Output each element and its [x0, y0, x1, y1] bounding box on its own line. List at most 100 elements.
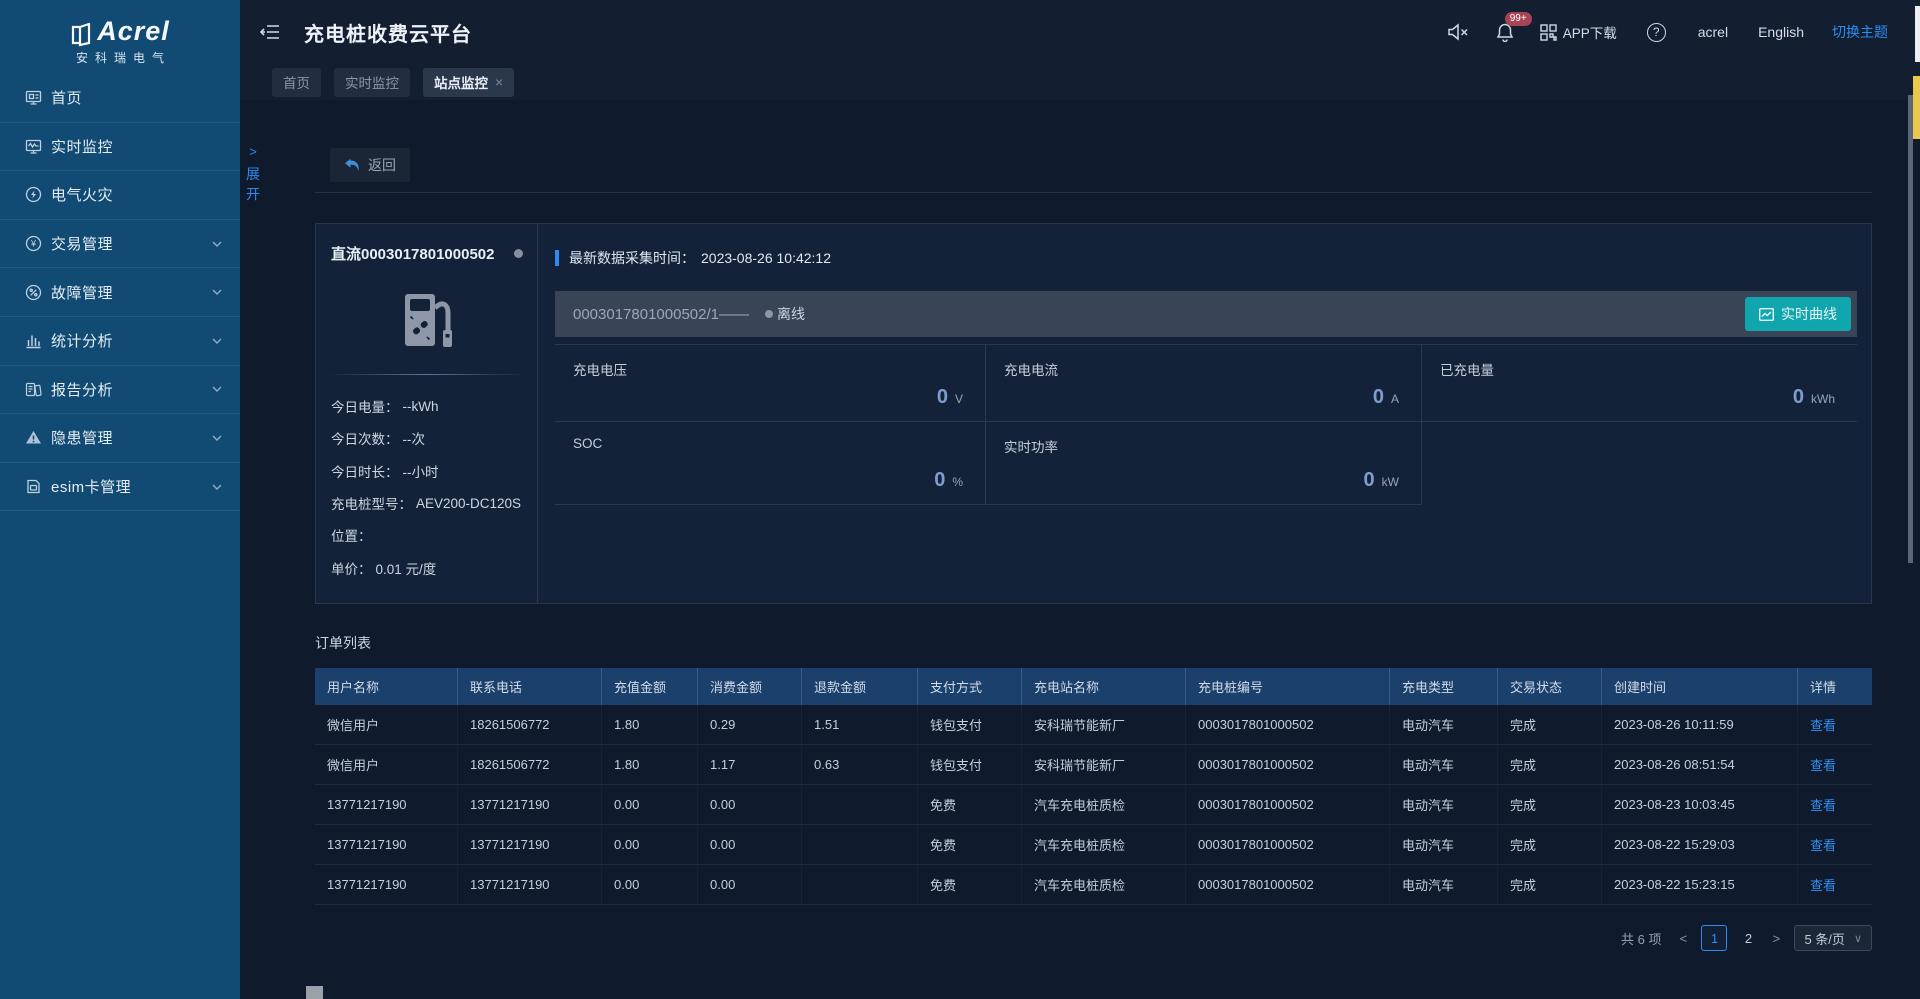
page-number-2[interactable]: 2	[1738, 925, 1758, 951]
column-header: 充电站名称	[1022, 668, 1186, 705]
stat-charge-current: 充电电流 0A	[986, 344, 1422, 422]
cell: 汽车充电桩质检	[1022, 785, 1186, 824]
view-detail-link[interactable]: 查看	[1798, 825, 1872, 864]
sidebar-item-realtime-monitor[interactable]: 实时监控	[0, 123, 240, 172]
collapse-menu-icon[interactable]	[260, 24, 280, 40]
cell: 13771217190	[458, 865, 602, 904]
cell: 微信用户	[315, 705, 458, 744]
hazard-warning-icon	[25, 429, 42, 446]
column-header: 消费金额	[698, 668, 802, 705]
accent-bar	[555, 250, 559, 266]
esim-card-icon	[25, 478, 42, 495]
view-detail-link[interactable]: 查看	[1798, 745, 1872, 784]
page-size-select[interactable]: 5 条/页 ∨	[1794, 925, 1872, 951]
switch-theme-link[interactable]: 切换主题	[1832, 22, 1888, 42]
device-info-list: 今日电量：--kWh 今日次数：--次 今日时长：--小时 充电桩型号：AEV2…	[331, 390, 529, 584]
page-number-1[interactable]: 1	[1701, 925, 1727, 951]
sidebar-item-home[interactable]: 首页	[0, 74, 240, 123]
horizontal-scrollbar-thumb[interactable]	[306, 986, 323, 999]
prev-page-icon[interactable]: <	[1676, 931, 1690, 946]
cell: 免费	[918, 785, 1022, 824]
stat-value: 0	[937, 386, 948, 409]
stat-unit: kW	[1382, 475, 1399, 489]
cell	[802, 825, 918, 864]
sidebar: Acrel 安科瑞电气 首页 实时监控 电气火灾 ¥ 交易管理	[0, 0, 240, 999]
back-arrow-icon	[344, 158, 360, 172]
stat-unit: %	[952, 475, 963, 489]
stat-charged-energy: 已充电量 0kWh	[1422, 344, 1857, 422]
transaction-icon: ¥	[25, 235, 42, 252]
sidebar-item-hazard-mgmt[interactable]: 隐患管理	[0, 414, 240, 463]
divider	[328, 374, 525, 375]
chevron-down-icon	[212, 338, 222, 344]
sidebar-item-esim-mgmt[interactable]: esim卡管理	[0, 463, 240, 512]
offline-status-dot	[765, 310, 773, 318]
fault-icon	[25, 284, 42, 301]
brand-logo: Acrel 安科瑞电气	[0, 0, 240, 74]
cell: 完成	[1498, 785, 1602, 824]
app-download-button[interactable]: APP下载	[1540, 22, 1617, 42]
page-title: 充电桩收费云平台	[304, 18, 472, 47]
sidebar-item-report-analysis[interactable]: 报告分析	[0, 366, 240, 415]
cell: 1.51	[802, 705, 918, 744]
chevron-down-icon	[212, 241, 222, 247]
sidebar-item-label: 报告分析	[51, 379, 113, 400]
cell: 2023-08-26 10:11:59	[1602, 705, 1798, 744]
next-page-icon[interactable]: >	[1769, 931, 1783, 946]
column-header: 创建时间	[1602, 668, 1798, 705]
mute-icon[interactable]	[1447, 23, 1469, 41]
station-panel: 直流0003017801000502 今日电量：--kWh 今日次数：--次 今…	[315, 223, 1872, 604]
tab-realtime-monitor[interactable]: 实时监控	[334, 68, 410, 97]
help-icon[interactable]: ?	[1647, 23, 1666, 42]
scrollbar-fragment	[1915, 6, 1920, 62]
device-status-dot	[514, 249, 523, 258]
sidebar-item-transaction-mgmt[interactable]: ¥ 交易管理	[0, 220, 240, 269]
username[interactable]: acrel	[1698, 24, 1728, 40]
cell: 0003017801000502	[1186, 825, 1390, 864]
cell: 0003017801000502	[1186, 865, 1390, 904]
cell: 电动汽车	[1390, 825, 1498, 864]
cell: 汽车充电桩质检	[1022, 825, 1186, 864]
stat-value: 0	[1793, 386, 1804, 409]
scrollbar-thumb-yellow[interactable]	[1913, 76, 1920, 139]
sidebar-item-electrical-fire[interactable]: 电气火灾	[0, 171, 240, 220]
cell: 13771217190	[458, 785, 602, 824]
chevron-down-icon	[212, 289, 222, 295]
sidebar-item-label: 交易管理	[51, 233, 113, 254]
cell: 0.00	[602, 785, 698, 824]
cell: 1.80	[602, 745, 698, 784]
table-row: 微信用户 18261506772 1.80 0.29 1.51 钱包支付 安科瑞…	[315, 705, 1872, 745]
cell: 钱包支付	[918, 705, 1022, 744]
column-header: 用户名称	[315, 668, 458, 705]
chevron-down-icon	[212, 386, 222, 392]
notifications-bell[interactable]: 99+	[1496, 22, 1514, 42]
sidebar-item-stats-analysis[interactable]: 统计分析	[0, 317, 240, 366]
cell: 电动汽车	[1390, 705, 1498, 744]
language-switch[interactable]: English	[1758, 24, 1804, 40]
cell: 0.00	[698, 825, 802, 864]
view-detail-link[interactable]: 查看	[1798, 865, 1872, 904]
tab-station-monitor[interactable]: 站点监控 ×	[423, 68, 514, 97]
electrical-fire-icon	[25, 186, 42, 203]
stat-label: 实时功率	[1004, 436, 1058, 456]
pagination-total: 共 6 项	[1621, 929, 1661, 948]
main-content: > 展开 返回 直流0003017801000502	[240, 100, 1920, 999]
cell: 13771217190	[315, 865, 458, 904]
chevron-down-icon	[212, 484, 222, 490]
cell: 免费	[918, 825, 1022, 864]
sidebar-item-fault-mgmt[interactable]: 故障管理	[0, 268, 240, 317]
tab-home[interactable]: 首页	[272, 68, 321, 97]
view-detail-link[interactable]: 查看	[1798, 705, 1872, 744]
help-glyph: ?	[1653, 25, 1660, 39]
cell: 1.17	[698, 745, 802, 784]
view-detail-link[interactable]: 查看	[1798, 785, 1872, 824]
tab-label: 站点监控	[434, 72, 488, 92]
tab-label: 实时监控	[345, 72, 399, 92]
back-button[interactable]: 返回	[330, 148, 410, 182]
realtime-curve-button[interactable]: 实时曲线	[1745, 297, 1851, 331]
stat-unit: kWh	[1811, 392, 1835, 406]
close-icon[interactable]: ×	[495, 74, 503, 90]
scrollbar-thumb-gray[interactable]	[1908, 95, 1913, 563]
sidebar-expander[interactable]: > 展开	[243, 144, 263, 204]
stat-realtime-power: 实时功率 0kW	[986, 422, 1422, 505]
